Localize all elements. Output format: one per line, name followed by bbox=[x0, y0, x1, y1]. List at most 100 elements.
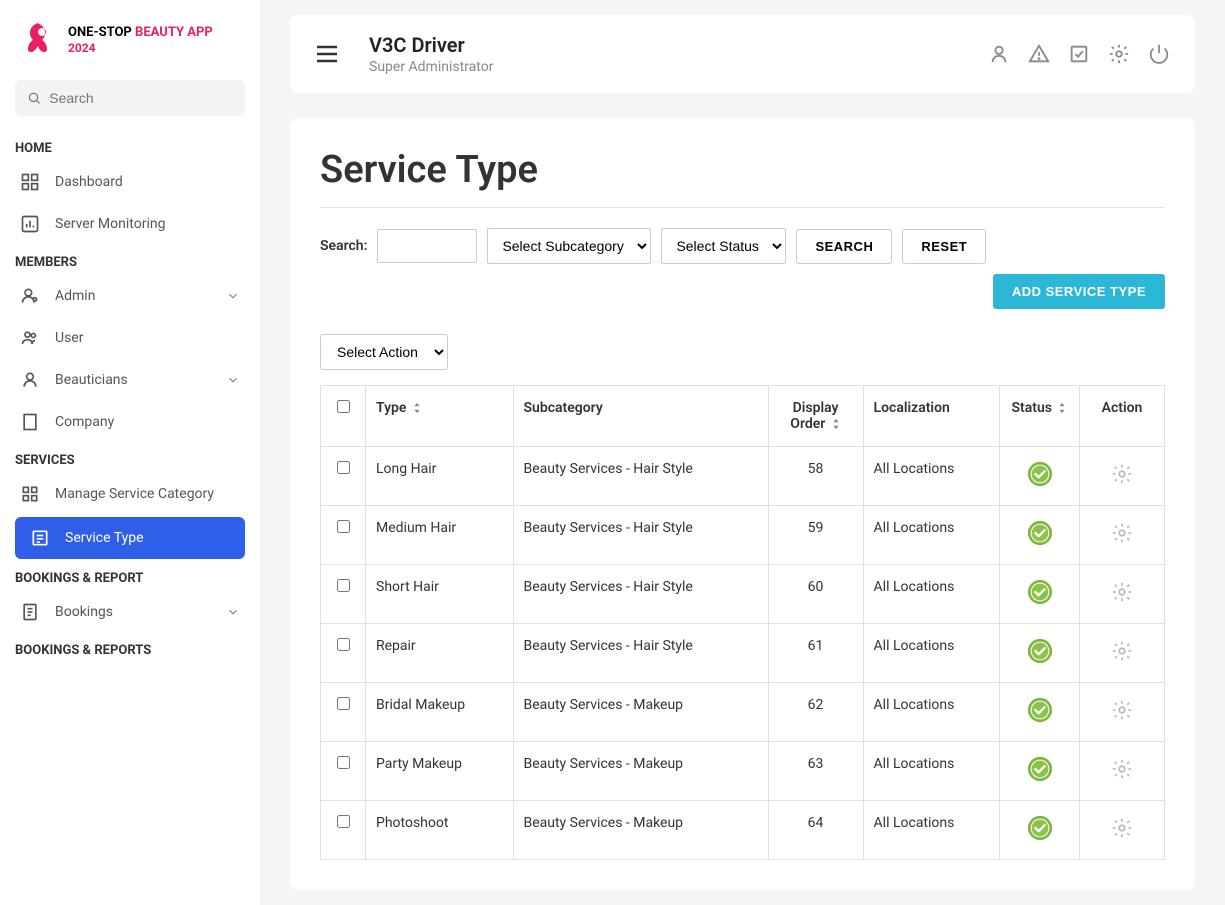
cell-order: 61 bbox=[768, 624, 863, 683]
select-all-checkbox[interactable] bbox=[337, 400, 350, 413]
main-area: V3C Driver Super Administrator Service T… bbox=[260, 0, 1225, 905]
content-panel: Service Type Search: Select Subcategory … bbox=[290, 118, 1195, 890]
nav-section-members: MEMBERS bbox=[0, 245, 260, 275]
add-service-type-button[interactable]: ADD SERVICE TYPE bbox=[993, 274, 1165, 309]
divider bbox=[320, 207, 1165, 208]
row-settings-icon[interactable] bbox=[1111, 581, 1133, 603]
cell-type: Party Makeup bbox=[366, 742, 514, 801]
row-settings-icon[interactable] bbox=[1111, 817, 1133, 839]
sidebar-item-label: Dashboard bbox=[55, 174, 123, 190]
table-row: Long HairBeauty Services - Hair Style58A… bbox=[321, 447, 1165, 506]
row-checkbox[interactable] bbox=[337, 461, 350, 474]
sidebar-item-manage-service-category[interactable]: Manage Service Category bbox=[0, 473, 260, 515]
sidebar-item-beauticians[interactable]: Beauticians bbox=[0, 359, 260, 401]
cell-subcategory: Beauty Services - Hair Style bbox=[513, 506, 768, 565]
cell-action bbox=[1080, 447, 1165, 506]
sidebar-item-admin[interactable]: Admin bbox=[0, 275, 260, 317]
cell-subcategory: Beauty Services - Hair Style bbox=[513, 624, 768, 683]
cell-type: Long Hair bbox=[366, 447, 514, 506]
row-settings-icon[interactable] bbox=[1111, 758, 1133, 780]
cell-localization: All Locations bbox=[863, 447, 999, 506]
cell-localization: All Locations bbox=[863, 742, 999, 801]
hamburger-icon[interactable] bbox=[315, 44, 339, 64]
row-checkbox[interactable] bbox=[337, 579, 350, 592]
page-title: Service Type bbox=[320, 148, 1165, 192]
row-settings-icon[interactable] bbox=[1111, 463, 1133, 485]
cell-status bbox=[1000, 506, 1080, 565]
row-checkbox[interactable] bbox=[337, 520, 350, 533]
brand-text-a: ONE-STOP bbox=[68, 25, 132, 40]
status-active-icon bbox=[1027, 638, 1053, 664]
sidebar-item-label: Beauticians bbox=[55, 372, 128, 388]
col-subcategory: Subcategory bbox=[513, 386, 768, 447]
cell-order: 58 bbox=[768, 447, 863, 506]
sidebar-item-label: User bbox=[55, 330, 83, 346]
search-text-input[interactable] bbox=[377, 229, 477, 263]
building-icon bbox=[20, 412, 40, 432]
reset-button[interactable]: RESET bbox=[902, 229, 986, 264]
sidebar-item-company[interactable]: Company bbox=[0, 401, 260, 443]
cell-type: Short Hair bbox=[366, 565, 514, 624]
sidebar-item-label: Company bbox=[55, 414, 114, 430]
cell-action bbox=[1080, 801, 1165, 860]
status-active-icon bbox=[1027, 697, 1053, 723]
sidebar-item-server-monitoring[interactable]: Server Monitoring bbox=[0, 203, 260, 245]
profile-icon[interactable] bbox=[988, 43, 1010, 65]
subcategory-select[interactable]: Select Subcategory bbox=[487, 228, 651, 264]
col-type[interactable]: Type bbox=[366, 386, 514, 447]
cell-subcategory: Beauty Services - Makeup bbox=[513, 801, 768, 860]
cell-status bbox=[1000, 447, 1080, 506]
document-icon bbox=[20, 602, 40, 622]
nav-section-bookings-report: BOOKINGS & REPORT bbox=[0, 561, 260, 591]
cell-type: Medium Hair bbox=[366, 506, 514, 565]
cell-action bbox=[1080, 565, 1165, 624]
sidebar-item-label: Manage Service Category bbox=[55, 486, 214, 502]
sidebar: ONE-STOP BEAUTY APP 2024 HOME Dashboard … bbox=[0, 0, 260, 905]
grid-icon bbox=[20, 484, 40, 504]
cell-type: Repair bbox=[366, 624, 514, 683]
topbar: V3C Driver Super Administrator bbox=[290, 15, 1195, 93]
sidebar-item-dashboard[interactable]: Dashboard bbox=[0, 161, 260, 203]
brand-text-b: BEAUTY APP bbox=[135, 25, 213, 40]
nav-section-bookings-reports: BOOKINGS & REPORTS bbox=[0, 633, 260, 663]
col-display-order[interactable]: Display Order bbox=[768, 386, 863, 447]
warning-icon[interactable] bbox=[1028, 43, 1050, 65]
cell-action bbox=[1080, 742, 1165, 801]
chevron-down-icon bbox=[226, 289, 240, 303]
row-settings-icon[interactable] bbox=[1111, 522, 1133, 544]
sidebar-item-user[interactable]: User bbox=[0, 317, 260, 359]
row-checkbox[interactable] bbox=[337, 756, 350, 769]
cell-localization: All Locations bbox=[863, 506, 999, 565]
row-checkbox[interactable] bbox=[337, 815, 350, 828]
table-row: Bridal MakeupBeauty Services - Makeup62A… bbox=[321, 683, 1165, 742]
col-status[interactable]: Status bbox=[1000, 386, 1080, 447]
cell-order: 60 bbox=[768, 565, 863, 624]
list-icon bbox=[30, 528, 50, 548]
sidebar-search[interactable] bbox=[15, 80, 245, 116]
cell-status bbox=[1000, 801, 1080, 860]
cell-action bbox=[1080, 624, 1165, 683]
gear-icon[interactable] bbox=[1108, 43, 1130, 65]
cell-localization: All Locations bbox=[863, 683, 999, 742]
row-checkbox[interactable] bbox=[337, 697, 350, 710]
status-active-icon bbox=[1027, 815, 1053, 841]
row-settings-icon[interactable] bbox=[1111, 699, 1133, 721]
table-row: Medium HairBeauty Services - Hair Style5… bbox=[321, 506, 1165, 565]
cell-subcategory: Beauty Services - Hair Style bbox=[513, 565, 768, 624]
power-icon[interactable] bbox=[1148, 43, 1170, 65]
sidebar-item-service-type[interactable]: Service Type bbox=[15, 517, 245, 559]
row-checkbox[interactable] bbox=[337, 638, 350, 651]
search-button[interactable]: SEARCH bbox=[796, 229, 892, 264]
row-settings-icon[interactable] bbox=[1111, 640, 1133, 662]
note-icon[interactable] bbox=[1068, 43, 1090, 65]
bulk-action-select[interactable]: Select Action bbox=[320, 334, 448, 370]
cell-localization: All Locations bbox=[863, 624, 999, 683]
sidebar-item-bookings[interactable]: Bookings bbox=[0, 591, 260, 633]
cell-order: 59 bbox=[768, 506, 863, 565]
search-input[interactable] bbox=[49, 90, 233, 106]
col-action: Action bbox=[1080, 386, 1165, 447]
cell-subcategory: Beauty Services - Makeup bbox=[513, 742, 768, 801]
status-active-icon bbox=[1027, 756, 1053, 782]
cell-type: Photoshoot bbox=[366, 801, 514, 860]
status-select[interactable]: Select Status bbox=[661, 228, 786, 264]
